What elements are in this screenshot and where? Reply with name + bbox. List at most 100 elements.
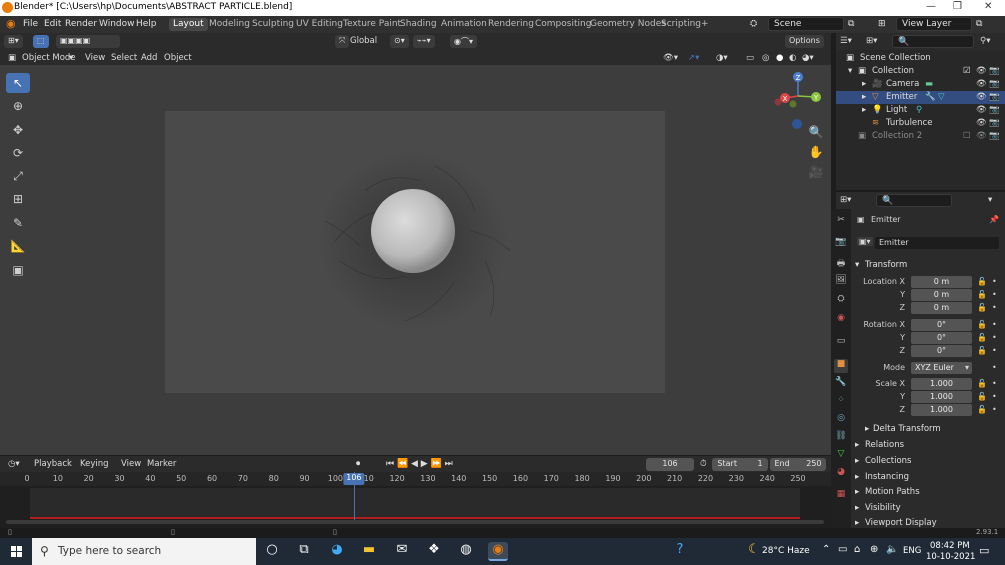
volume-icon[interactable]: 🔈 — [886, 544, 898, 555]
menu-select[interactable]: Select — [111, 53, 137, 63]
close-button[interactable]: ✕ — [984, 1, 992, 12]
help-icon[interactable]: ? — [670, 542, 690, 561]
properties-options-icon[interactable]: ▾ — [988, 195, 992, 205]
visibility-eye-icon[interactable]: 👁 — [976, 66, 987, 76]
expand-arrow-icon[interactable]: ▸ — [855, 472, 859, 482]
tab-layout[interactable]: Layout — [169, 18, 208, 31]
task-view-icon[interactable]: ⧉ — [294, 542, 314, 561]
physics-tab-icon[interactable]: ◎ — [834, 413, 848, 427]
outliner-row-collection[interactable]: ▾ ▣ Collection ☑ 👁 📷 — [836, 65, 1005, 78]
xray-toggle-icon[interactable]: ▭ — [746, 53, 754, 63]
menu-file[interactable]: File — [23, 19, 38, 29]
menu-help[interactable]: Help — [136, 19, 157, 29]
display-mode-icon[interactable]: ⊞▾ — [866, 36, 877, 46]
scene-selector-icon[interactable]: ⛭ — [750, 19, 757, 29]
current-frame-field[interactable]: 106 — [646, 458, 694, 471]
light-data-icon[interactable]: ⚲ — [916, 105, 922, 115]
menu-window[interactable]: Window — [99, 19, 135, 29]
expand-arrow-icon[interactable]: ▸ — [855, 503, 859, 513]
rotate-tool-icon[interactable]: ⟳ — [6, 143, 30, 163]
world-tab-icon[interactable]: ◉ — [834, 313, 848, 327]
timeline-editor-icon[interactable]: ◷▾ — [8, 459, 20, 469]
edge-browser-icon[interactable]: ◕ — [327, 542, 347, 561]
visibility-filter-icon[interactable]: 👁▾ — [663, 53, 678, 63]
tab-shading[interactable]: Shading — [396, 18, 441, 31]
minimize-button[interactable]: — — [926, 1, 936, 12]
blender-menu-icon[interactable]: ◉ — [6, 17, 16, 30]
notifications-icon[interactable]: ▭ — [979, 544, 989, 557]
lock-icon[interactable]: 🔓 — [977, 379, 987, 388]
snap-toggle[interactable]: ⌁⌁▾ — [413, 35, 435, 48]
view-layer-tab-icon[interactable]: 🖼 — [834, 275, 848, 289]
expand-arrow-icon[interactable]: ▸ — [862, 105, 866, 115]
rotation-z-field[interactable]: 0° — [911, 345, 972, 357]
playhead-frame-badge[interactable]: 106 — [343, 473, 365, 485]
transform-panel-header[interactable]: ▾ Transform — [851, 258, 1005, 273]
modifier-wrench-icon[interactable]: 🔧 — [925, 92, 936, 102]
outliner-row-emitter[interactable]: ▸ ▽ Emitter 🔧 ▽ 👁 📷 — [836, 91, 1005, 104]
outliner-row-turbulence[interactable]: ≋ Turbulence 👁 📷 — [836, 117, 1005, 130]
selection-mode-buttons[interactable]: ▣▣▣▣ — [56, 35, 120, 48]
object-tab-icon[interactable]: ■ — [834, 359, 848, 373]
collection-checkbox[interactable]: ☐ — [963, 131, 971, 141]
instancing-panel-header[interactable]: ▸ Instancing — [851, 470, 1005, 485]
keyframe-dot-icon[interactable]: • — [992, 346, 997, 355]
shading-rendered-icon[interactable]: ◕▾ — [802, 53, 814, 63]
auto-keying-icon[interactable]: ⏺ — [356, 459, 360, 469]
timeline-body[interactable]: 0 10 20 30 40 50 60 70 80 90 100 110 120 130 140 150 160… — [0, 472, 831, 528]
start-button[interactable] — [0, 538, 32, 565]
scale-tool-icon[interactable]: ⤢ — [6, 166, 30, 186]
select-tool-icon[interactable]: ↖ — [6, 73, 30, 93]
lock-icon[interactable]: 🔓 — [977, 405, 987, 414]
constraints-tab-icon[interactable]: ⛓ — [834, 431, 848, 445]
add-cube-tool-icon[interactable]: ▣ — [6, 260, 30, 280]
keyframe-dot-icon[interactable]: • — [992, 290, 997, 299]
clock-time[interactable]: 08:42 PM — [930, 541, 970, 551]
location-z-field[interactable]: 0 m — [911, 302, 972, 314]
menu-marker[interactable]: Marker — [147, 459, 176, 469]
battery-icon[interactable]: ▭ — [838, 544, 847, 555]
move-tool-icon[interactable]: ✥ — [6, 120, 30, 140]
scale-z-field[interactable]: 1.000 — [911, 404, 972, 416]
3d-viewport[interactable]: ↖ ⊕ ✥ ⟳ ⤢ ⊞ ✎ 📐 ▣ Z Y X 🔍 ✋ 🎥 — [0, 65, 831, 455]
visibility-eye-icon[interactable]: 👁 — [976, 131, 987, 141]
render-camera-icon[interactable]: 📷 — [989, 118, 1000, 128]
camera-view-icon[interactable]: 🎥 — [806, 165, 826, 183]
lock-icon[interactable]: 🔓 — [977, 277, 987, 286]
lock-icon[interactable]: 🔓 — [977, 320, 987, 329]
outliner-search-input[interactable]: 🔍 — [892, 35, 974, 48]
visibility-eye-icon[interactable]: 👁 — [976, 118, 987, 128]
lock-icon[interactable]: 🔓 — [977, 333, 987, 342]
menu-render[interactable]: Render — [65, 19, 97, 29]
dropdown-arrow-icon[interactable]: ▾ — [965, 363, 969, 372]
outliner-filter-icon[interactable]: ⚲▾ — [980, 36, 991, 46]
pan-hand-icon[interactable]: ✋ — [806, 145, 826, 163]
camera-data-icon[interactable]: ▬ — [925, 79, 933, 89]
collection-tab-icon[interactable]: ▭ — [834, 336, 848, 350]
dropbox-icon[interactable]: ❖ — [424, 542, 444, 561]
texture-tab-icon[interactable]: ▦ — [834, 489, 848, 503]
overlay-toggle-icon[interactable]: ◑▾ — [716, 53, 728, 63]
annotate-tool-icon[interactable]: ✎ — [6, 213, 30, 233]
mail-icon[interactable]: ✉ — [392, 542, 412, 561]
expand-arrow-icon[interactable]: ▸ — [855, 456, 859, 466]
outliner-row-camera[interactable]: ▸ 🎥 Camera ▬ 👁 📷 — [836, 78, 1005, 91]
tab-animation[interactable]: Animation — [437, 18, 491, 31]
expand-arrow-icon[interactable]: ▸ — [855, 518, 859, 528]
keyframe-dot-icon[interactable]: • — [992, 303, 997, 312]
motion-paths-panel-header[interactable]: ▸ Motion Paths — [851, 485, 1005, 500]
particles-tab-icon[interactable]: ⁘ — [834, 395, 848, 409]
visibility-eye-icon[interactable]: 👁 — [976, 105, 987, 115]
keyframe-dot-icon[interactable]: • — [992, 392, 997, 401]
menu-timeline-view[interactable]: View — [121, 459, 141, 469]
mode-dropdown-arrow[interactable]: ▾ — [69, 53, 73, 63]
modifier-tab-icon[interactable]: 🔧 — [834, 377, 848, 391]
preview-range-icon[interactable]: ⏱ — [700, 459, 707, 469]
render-camera-icon[interactable]: 📷 — [989, 66, 1000, 76]
rotation-y-field[interactable]: 0° — [911, 332, 972, 344]
tab-sculpting[interactable]: Sculpting — [248, 18, 298, 31]
lock-icon[interactable]: 🔓 — [977, 392, 987, 401]
view-layer-icon[interactable]: ⊞ — [878, 19, 886, 29]
expand-arrow-icon[interactable]: ▾ — [848, 66, 852, 76]
tool-tab-icon[interactable]: ✂ — [834, 215, 848, 229]
